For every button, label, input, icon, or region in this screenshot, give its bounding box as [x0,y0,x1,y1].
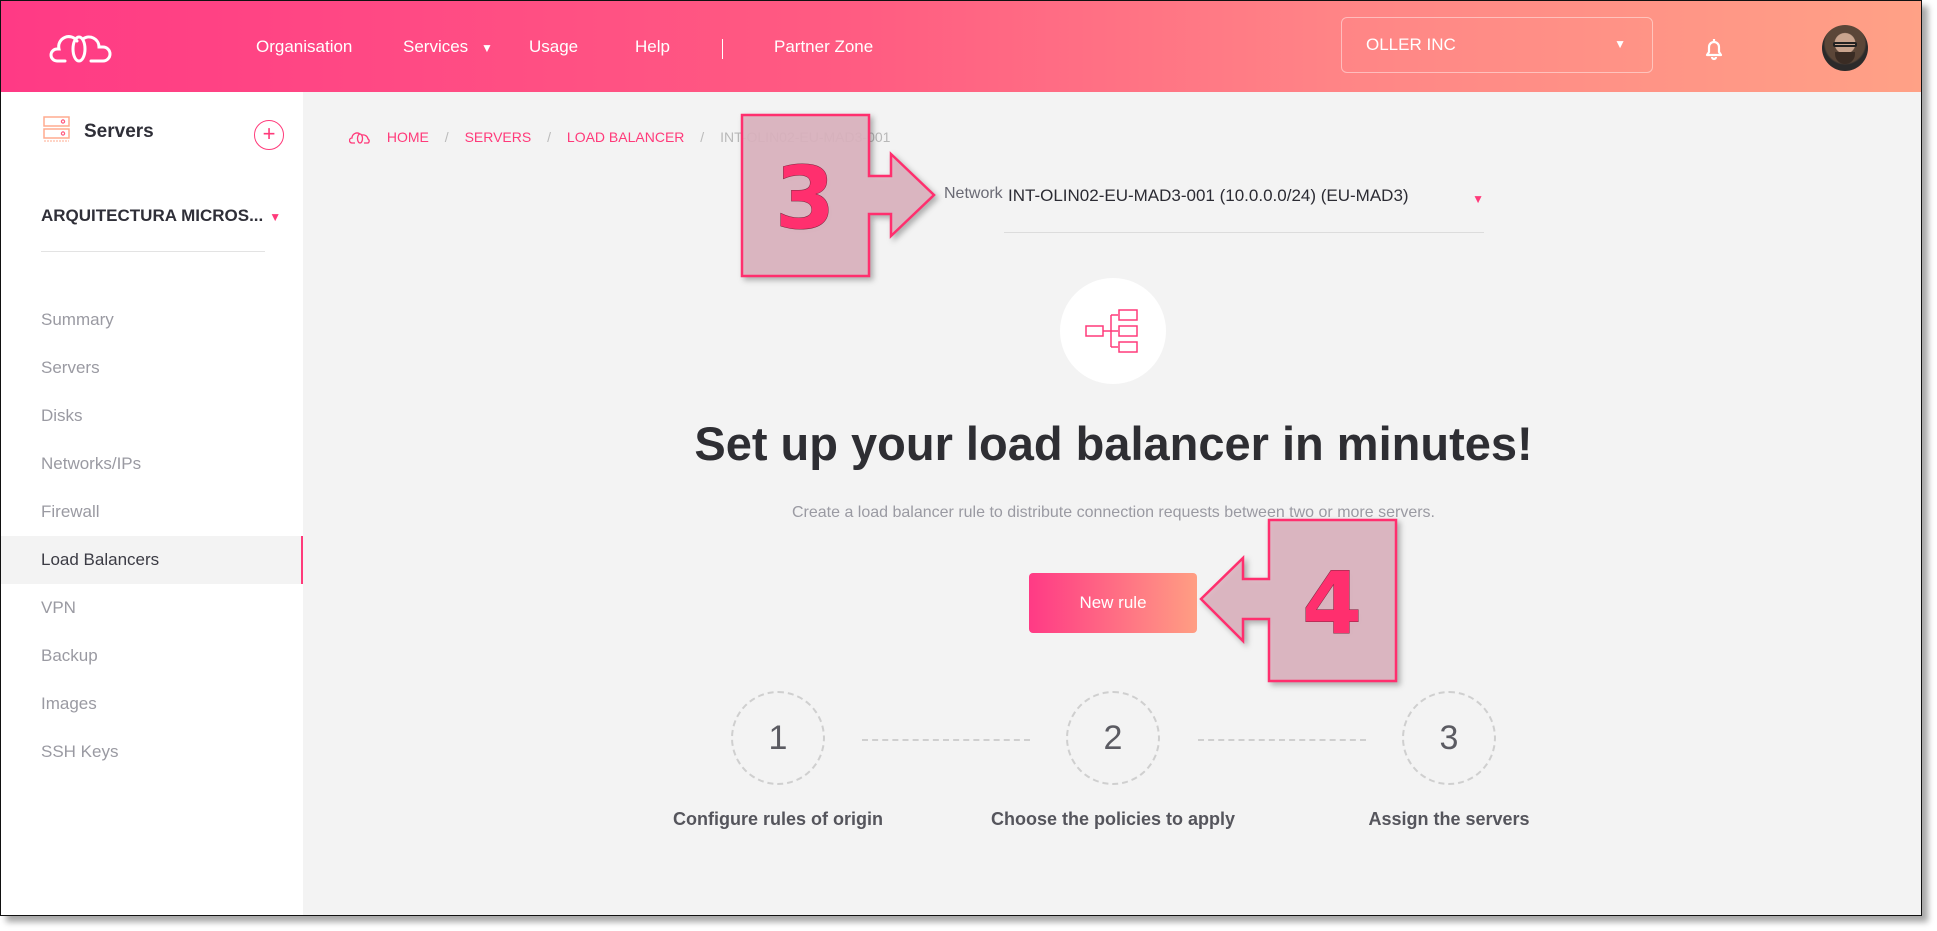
avatar[interactable] [1822,25,1868,71]
breadcrumb-separator: / [700,129,705,145]
callout-arrow-right: 3 [740,113,936,278]
caret-down-icon: ▼ [269,210,282,224]
sidebar-title: Servers [84,121,154,142]
server-icon [43,116,70,142]
nav-divider [722,39,723,59]
avatar-glasses [1833,42,1857,47]
step-1-circle: 1 [731,691,825,785]
nav-partner-zone[interactable]: Partner Zone [774,37,873,57]
callout-number: 3 [775,149,835,249]
organisation-select-value: OLLER INC [1366,35,1456,54]
network-select-value: INT-OLIN02-EU-MAD3-001 (10.0.0.0/24) (EU… [1008,186,1409,205]
annotation-callout-3: 3 [740,113,941,284]
caret-down-icon: ▼ [1614,37,1626,51]
hero-title: Set up your load balancer in minutes! [694,417,1533,470]
breadcrumb-servers[interactable]: SERVERS [465,129,532,145]
sidebar-item-servers[interactable]: Servers [1,344,303,392]
top-bar: Organisation Services ▼ Usage Help Partn… [1,1,1921,92]
bell-icon[interactable] [1703,37,1725,61]
callout-arrow-left: 4 [1199,518,1398,683]
step-2-circle: 2 [1066,691,1160,785]
load-balancer-illustration [1060,278,1166,384]
step-2-label: Choose the policies to apply [990,809,1236,829]
sidebar-item-vpn[interactable]: VPN [1,584,303,632]
load-balancer-icon [1085,309,1138,353]
network-select[interactable]: INT-OLIN02-EU-MAD3-001 (10.0.0.0/24) (EU… [1004,181,1484,233]
sidebar-menu: Summary Servers Disks Networks/IPs Firew… [1,296,303,776]
sidebar-item-ssh-keys[interactable]: SSH Keys [1,728,303,776]
step-connector [1198,739,1366,741]
cloud-logo-icon[interactable] [49,31,113,65]
annotation-callout-4: 4 [1199,518,1399,689]
step-3-circle: 3 [1402,691,1496,785]
project-name: ARQUITECTURA MICROS... [41,206,264,225]
sidebar-item-load-balancers[interactable]: Load Balancers [1,536,303,584]
callout-number: 4 [1302,554,1362,654]
hero-subtitle: Create a load balancer rule to distribut… [791,504,1435,521]
add-server-button[interactable]: + [254,120,284,150]
network-label: Network [944,185,1003,202]
project-selector[interactable]: ARQUITECTURA MICROS... ▼ [41,206,281,226]
breadcrumb-separator: / [547,129,552,145]
breadcrumb-home[interactable]: HOME [387,129,429,145]
organisation-select[interactable]: OLLER INC ▼ [1341,17,1653,73]
nav-usage[interactable]: Usage [529,37,578,57]
step-1-label: Configure rules of origin [673,809,883,829]
caret-down-icon: ▼ [1472,192,1484,206]
app-window: Organisation Services ▼ Usage Help Partn… [0,0,1922,916]
new-rule-button[interactable]: New rule [1029,573,1197,633]
nav-organisation[interactable]: Organisation [256,37,352,57]
home-cloud-icon[interactable] [349,132,371,144]
nav-help[interactable]: Help [635,37,670,57]
nav-services[interactable]: Services [403,37,468,57]
breadcrumb-separator: / [444,129,449,145]
step-3-label: Assign the servers [1368,809,1530,829]
caret-down-icon[interactable]: ▼ [481,41,493,55]
sidebar-item-backup[interactable]: Backup [1,632,303,680]
sidebar-divider [41,251,265,252]
breadcrumb-load-balancer[interactable]: LOAD BALANCER [567,129,684,145]
sidebar-item-images[interactable]: Images [1,680,303,728]
step-connector [862,739,1030,741]
sidebar-item-summary[interactable]: Summary [1,296,303,344]
avatar-beard [1835,52,1855,64]
